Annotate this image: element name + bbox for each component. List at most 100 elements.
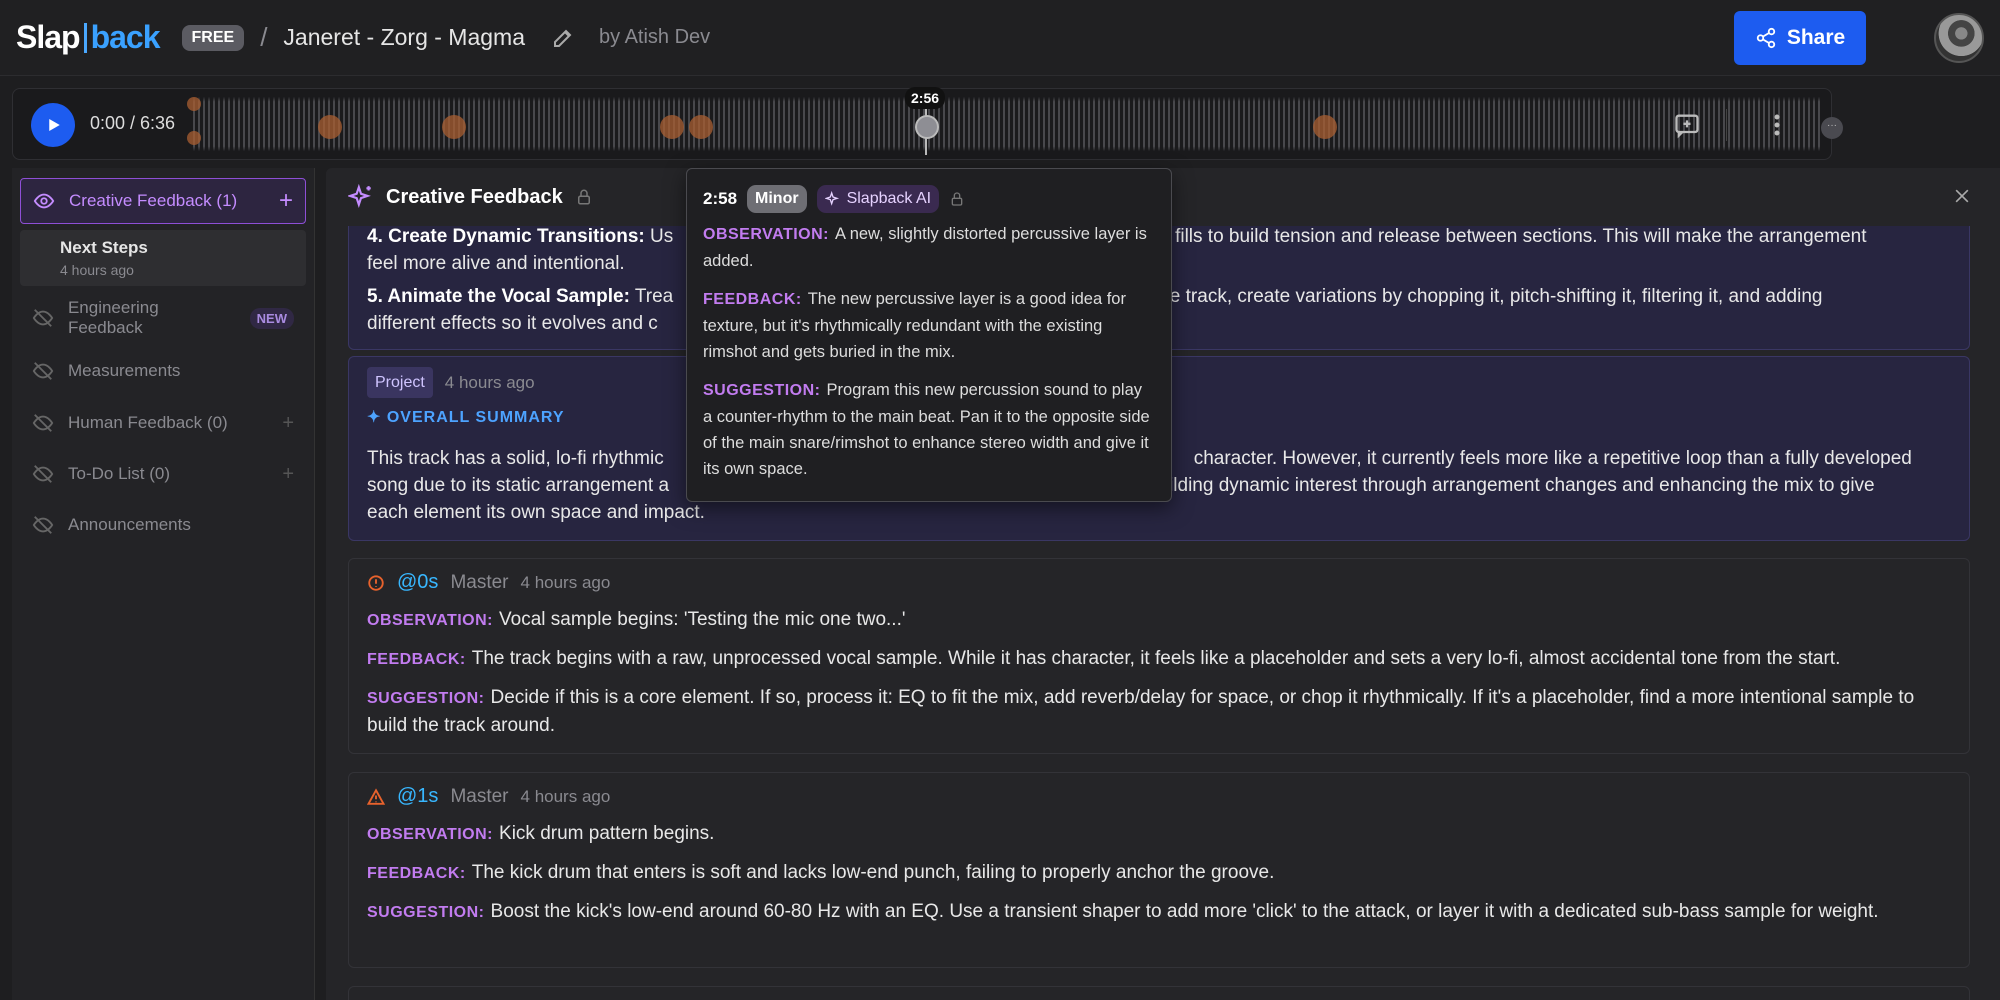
logo-text-right: back (90, 19, 161, 55)
comment-track: Master (450, 572, 509, 593)
comment-marker[interactable] (442, 115, 466, 139)
comment-marker[interactable] (318, 115, 342, 139)
project-badge: Project (367, 367, 433, 398)
step-title: 5. Animate the Vocal Sample: (367, 286, 630, 307)
step-title: 4. Create Dynamic Transitions: (367, 226, 645, 247)
lock-icon (577, 189, 590, 205)
add-icon[interactable]: + (279, 187, 293, 215)
eye-off-icon (32, 516, 54, 534)
summary-heading: OVERALL SUMMARY (386, 409, 565, 426)
suggestion-text: Decide if this is a core element. If so,… (367, 687, 1915, 736)
eye-off-icon (32, 465, 54, 483)
tooltip-time: 2:58 (703, 189, 738, 208)
severity-badge: Minor (747, 185, 807, 213)
eye-off-icon (32, 414, 54, 432)
sidebar-item-todo-list[interactable]: To-Do List (0) + (20, 454, 306, 494)
player-divider (1726, 109, 1727, 141)
share-icon (1756, 27, 1775, 49)
subitem-date: 4 hours ago (60, 262, 134, 278)
sidebar-item-engineering-feedback[interactable]: Engineering Feedback NEW (20, 298, 306, 338)
sidebar-item-label: Engineering Feedback (67, 298, 159, 337)
suggestion-label: SUGGESTION: (367, 904, 485, 921)
comment-time: 4 hours ago (520, 787, 611, 806)
observation-label: OBSERVATION: (367, 612, 494, 629)
sidebar-item-creative-feedback[interactable]: Creative Feedback (1) + (20, 178, 306, 224)
slapback-logo[interactable]: Slap back (16, 19, 161, 56)
add-icon[interactable]: + (282, 463, 294, 486)
comment-time: 4 hours ago (520, 573, 611, 592)
more-markers-indicator[interactable]: ··· (1821, 117, 1843, 139)
waveform-bars (193, 93, 1823, 155)
sparkle-small-icon: ✦ (367, 409, 387, 426)
add-comment-icon[interactable] (1673, 111, 1701, 139)
sidebar: Creative Feedback (1) + Next Steps 4 hou… (12, 168, 315, 1000)
marker-tooltip: 2:58 Minor Slapback AI OBSERVATION: A new… (686, 168, 1172, 502)
add-icon[interactable]: + (282, 412, 294, 435)
comment-timestamp[interactable]: @0s (397, 569, 438, 596)
summary-line: character. However, it currently feels m… (1193, 448, 1912, 469)
summary-line: This track has a solid, lo-fi rhythmic (367, 448, 664, 469)
feedback-comment[interactable]: @0s Master 4 hours ago OBSERVATION: Vocal… (348, 558, 1970, 754)
panel-title: Creative Feedback (386, 185, 563, 208)
sidebar-item-human-feedback[interactable]: Human Feedback (0) + (20, 403, 306, 443)
sidebar-item-label: Human Feedback (0) (68, 413, 228, 432)
comment-marker[interactable] (689, 115, 713, 139)
playhead-handle[interactable] (915, 115, 939, 139)
sidebar-item-announcements[interactable]: Announcements (20, 505, 306, 545)
warning-triangle-icon (367, 787, 385, 805)
observation-label: OBSERVATION: (367, 826, 494, 843)
eye-off-icon (32, 309, 54, 327)
feedback-label: FEEDBACK: (367, 651, 466, 668)
comment-marker[interactable] (1313, 115, 1337, 139)
step-text: n fills to build tension and release bet… (1159, 226, 1867, 247)
step-text: Trea (629, 286, 674, 307)
info-circle-icon (368, 574, 384, 591)
comment-timestamp[interactable]: @1s (397, 783, 438, 810)
top-bar: Slap back FREE / Janeret - Zorg - Magma … (0, 0, 2000, 76)
suggestion-text: Boost the kick's low-end around 60-80 Hz… (490, 901, 1879, 922)
suggestion-label: SUGGESTION: (703, 382, 821, 399)
comment-marker[interactable] (187, 97, 201, 111)
share-label: Share (1786, 26, 1846, 49)
comment-track: Master (450, 786, 509, 807)
lock-icon (951, 192, 963, 206)
source-label: Slapback AI (846, 190, 932, 207)
playback-time: 0:00 / 6:36 (90, 113, 176, 133)
sparkle-icon (348, 184, 371, 209)
summary-line: song due to its static arrangement a (367, 475, 670, 496)
sparkle-icon (824, 191, 839, 206)
sidebar-item-label: Creative Feedback (1) (69, 191, 238, 210)
feedback-label: FEEDBACK: (703, 291, 802, 308)
more-options-icon[interactable] (1763, 109, 1791, 141)
playhead-time-label: 2:56 (905, 87, 946, 109)
user-avatar[interactable] (1934, 13, 1984, 63)
feedback-comment[interactable]: @1s Master 4 hours ago OBSERVATION: Kick … (348, 772, 1970, 968)
step-text: he track, create variations by chopping … (1159, 286, 1823, 307)
close-icon[interactable] (1952, 186, 1972, 206)
sidebar-subitem-next-steps[interactable]: Next Steps 4 hours ago (20, 230, 306, 286)
sidebar-item-label: To-Do List (0) (68, 464, 171, 483)
share-button[interactable]: Share (1734, 11, 1866, 65)
subitem-title: Next Steps (60, 238, 148, 257)
logo-text-left: Slap (16, 19, 81, 55)
comment-marker[interactable] (187, 131, 201, 145)
summary-line: ilding dynamic interest through arrangem… (1169, 475, 1875, 496)
feedback-comment[interactable] (348, 986, 1970, 1000)
author-label: by Atish Dev (599, 26, 711, 48)
summary-time: 4 hours ago (444, 373, 535, 392)
comment-marker[interactable] (660, 115, 684, 139)
observation-text: Vocal sample begins: 'Testing the mic on… (499, 609, 906, 630)
summary-line: each element its own space and impact. (367, 502, 705, 523)
sidebar-item-label: Measurements (68, 361, 181, 380)
feedback-label: FEEDBACK: (367, 865, 466, 882)
edit-pencil-icon[interactable] (551, 26, 575, 50)
feedback-text: The track begins with a raw, unprocessed… (471, 648, 1841, 669)
waveform[interactable]: 2:56 ··· (187, 87, 1843, 155)
play-button[interactable] (31, 103, 75, 147)
plan-badge: FREE (181, 24, 245, 51)
source-badge: Slapback AI (816, 185, 940, 213)
track-title: Janeret - Zorg - Magma (283, 24, 526, 50)
eye-off-icon (32, 362, 54, 380)
audio-player: 0:00 / 6:36 2:56 ··· (12, 87, 1843, 160)
sidebar-item-measurements[interactable]: Measurements (20, 351, 306, 391)
